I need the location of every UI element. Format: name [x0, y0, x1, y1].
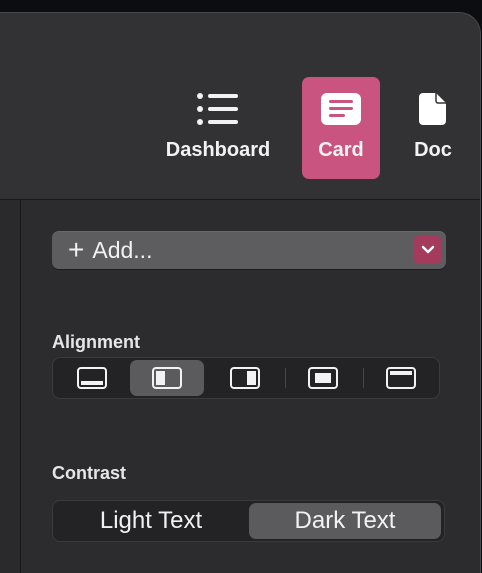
- doc-label: Doc: [414, 139, 452, 161]
- alignment-label: Alignment: [52, 332, 140, 352]
- list-icon: [196, 91, 240, 127]
- add-label: Add...: [92, 236, 153, 263]
- dashboard-button[interactable]: Dashboard: [162, 77, 274, 179]
- alignment-segmented-control: [52, 357, 440, 399]
- plus-icon: +: [68, 234, 85, 265]
- app-window: Dashboard Card Doc + Add... Alignment Co…: [0, 12, 481, 573]
- add-button[interactable]: + Add...: [52, 231, 446, 269]
- document-icon: [419, 91, 447, 127]
- dark-text-option[interactable]: Dark Text: [249, 503, 441, 539]
- align-right-panel-option[interactable]: [208, 360, 282, 396]
- top-bar-icon: [386, 367, 416, 389]
- card-button[interactable]: Card: [302, 77, 380, 179]
- contrast-label: Contrast: [52, 463, 127, 483]
- light-text-option[interactable]: Light Text: [55, 503, 247, 539]
- contrast-segmented-control: Light Text Dark Text: [52, 500, 445, 542]
- inspector-panel: + Add... Alignment Contrast Light Text D…: [21, 200, 480, 573]
- left-pane: [0, 200, 21, 573]
- card-icon: [320, 91, 362, 127]
- align-left-panel-option[interactable]: [130, 360, 204, 396]
- align-top-bar-option[interactable]: [364, 360, 438, 396]
- left-panel-icon: [152, 367, 182, 389]
- center-box-icon: [308, 367, 338, 389]
- dashboard-label: Dashboard: [165, 139, 271, 161]
- doc-button[interactable]: Doc: [408, 77, 458, 179]
- bottom-bar-icon: [77, 367, 107, 389]
- card-label: Card: [318, 139, 364, 161]
- align-center-box-option[interactable]: [286, 360, 360, 396]
- right-panel-icon: [230, 367, 260, 389]
- toolbar: Dashboard Card Doc: [0, 13, 480, 200]
- align-bottom-bar-option[interactable]: [55, 360, 129, 396]
- chevron-down-icon[interactable]: [413, 236, 442, 264]
